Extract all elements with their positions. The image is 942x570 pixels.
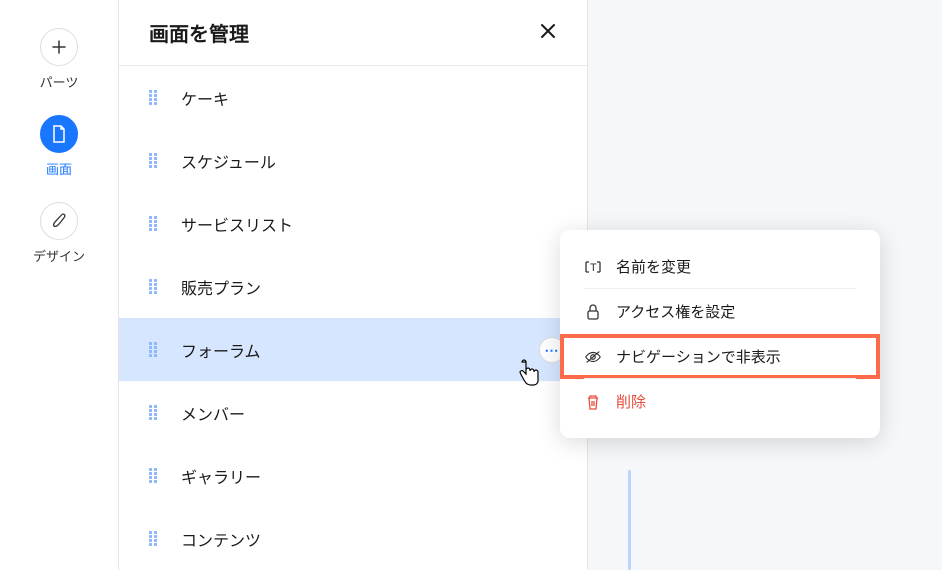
page-label: コンテンツ: [181, 527, 261, 551]
left-sidebar: パーツ 画面 デザイン: [0, 0, 118, 570]
menu-label-access: アクセス権を設定: [616, 301, 735, 322]
lock-icon: [584, 303, 602, 321]
page-label: ギャラリー: [181, 464, 261, 488]
menu-label-delete: 削除: [616, 391, 646, 412]
svg-text:T: T: [590, 262, 597, 274]
page-item[interactable]: フォーラム⋯: [119, 318, 587, 381]
page-item[interactable]: 販売プラン: [119, 255, 587, 318]
drag-handle-icon[interactable]: [149, 468, 159, 484]
context-menu: T 名前を変更 アクセス権を設定 ナビゲーションで非表示 削除: [560, 230, 880, 438]
sidebar-item-design[interactable]: デザイン: [33, 198, 85, 275]
menu-label-hide-nav: ナビゲーションで非表示: [616, 346, 781, 367]
drag-handle-icon[interactable]: [149, 279, 159, 295]
drag-handle-icon[interactable]: [149, 405, 159, 421]
drag-handle-icon[interactable]: [149, 90, 159, 106]
eye-off-icon: [584, 348, 602, 366]
decorative-vline: [628, 470, 631, 570]
panel-header: 画面を管理: [119, 0, 587, 66]
menu-label-rename: 名前を変更: [616, 256, 691, 277]
page-item[interactable]: コンテンツ: [119, 507, 587, 570]
menu-item-delete[interactable]: 削除: [560, 379, 880, 424]
drag-handle-icon[interactable]: [149, 342, 159, 358]
menu-item-hide-nav[interactable]: ナビゲーションで非表示: [560, 334, 880, 379]
menu-item-access[interactable]: アクセス権を設定: [560, 289, 880, 334]
page-item[interactable]: サービスリスト: [119, 192, 587, 255]
sidebar-item-screens[interactable]: 画面: [40, 111, 78, 188]
page-label: スケジュール: [181, 149, 276, 173]
close-button[interactable]: [539, 21, 557, 45]
menu-item-rename[interactable]: T 名前を変更: [560, 244, 880, 289]
rename-icon: T: [584, 258, 602, 276]
page-item[interactable]: ケーキ: [119, 66, 587, 129]
page-item[interactable]: スケジュール: [119, 129, 587, 192]
page-icon: [40, 115, 78, 153]
page-label: メンバー: [181, 401, 245, 425]
page-label: 販売プラン: [181, 275, 261, 299]
sidebar-label-design: デザイン: [33, 246, 85, 265]
trash-icon: [584, 393, 602, 411]
sidebar-label-parts: パーツ: [40, 72, 79, 91]
drag-handle-icon[interactable]: [149, 216, 159, 232]
sidebar-item-parts[interactable]: パーツ: [40, 24, 79, 101]
sidebar-label-screens: 画面: [46, 159, 72, 178]
page-item[interactable]: メンバー: [119, 381, 587, 444]
plus-icon: [40, 28, 78, 66]
close-icon: [539, 22, 557, 40]
manage-screens-panel: 画面を管理 ケーキスケジュールサービスリスト販売プランフォーラム⋯ メンバーギャラ…: [118, 0, 588, 570]
page-label: フォーラム: [181, 338, 261, 362]
page-label: ケーキ: [181, 86, 229, 110]
brush-icon: [40, 202, 78, 240]
page-list: ケーキスケジュールサービスリスト販売プランフォーラム⋯ メンバーギャラリーコンテン…: [119, 66, 587, 570]
panel-title: 画面を管理: [149, 18, 249, 47]
drag-handle-icon[interactable]: [149, 531, 159, 547]
drag-handle-icon[interactable]: [149, 153, 159, 169]
page-label: サービスリスト: [181, 212, 293, 236]
page-item[interactable]: ギャラリー: [119, 444, 587, 507]
